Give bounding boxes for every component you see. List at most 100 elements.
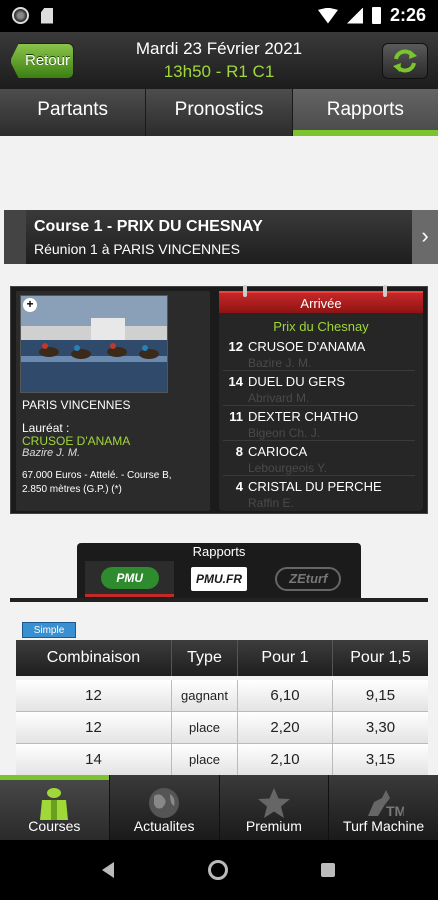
back-triangle-icon[interactable] bbox=[102, 862, 114, 878]
tab-pronostics[interactable]: Pronostics bbox=[146, 89, 293, 136]
refresh-button[interactable] bbox=[382, 43, 428, 79]
source-tabs: PMU PMU.FR ZEturf bbox=[85, 561, 353, 597]
course-title: Course 1 - PRIX DU CHESNAY bbox=[34, 218, 263, 235]
pin-icon bbox=[243, 285, 247, 297]
nav-premium[interactable]: Premium bbox=[220, 775, 330, 840]
arrivee-jockey: Lebourgeois Y. bbox=[248, 461, 327, 475]
turf-machine-icon: TM bbox=[367, 790, 404, 819]
arrivee-row[interactable]: 11 DEXTER CHATHO Bigeon Ch. J. bbox=[223, 406, 415, 441]
race-card: + PARIS VINCENNES Lauréat : CRUSOE D'ANA… bbox=[16, 291, 210, 511]
source-tab-zeturf[interactable]: ZEturf bbox=[264, 561, 353, 597]
table-cell: 6,10 bbox=[238, 680, 333, 711]
column-header: Pour 1 bbox=[238, 640, 333, 676]
table-cell: 2,20 bbox=[238, 712, 333, 743]
app-root: 2:26 Retour Mardi 23 Février 2021 13h50 … bbox=[0, 0, 438, 900]
chevron-right-icon[interactable]: › bbox=[412, 210, 438, 264]
arrivee-row[interactable]: 8 CARIOCA Lebourgeois Y. bbox=[223, 441, 415, 476]
table-cell: 3,15 bbox=[365, 751, 396, 768]
sd-card-icon bbox=[41, 7, 53, 24]
simple-badge: Simple bbox=[22, 622, 76, 638]
nav-label: Turf Machine bbox=[343, 818, 425, 834]
arrivee-number: 12 bbox=[228, 339, 243, 354]
race-photo[interactable]: + bbox=[20, 295, 168, 393]
table-cell: 2,10 bbox=[238, 744, 333, 775]
arrivee-header: Arrivée bbox=[219, 291, 423, 313]
prix-name: Prix du Chesnay bbox=[273, 319, 369, 334]
arrivee-number: 8 bbox=[235, 444, 243, 459]
pmu-logo: PMU bbox=[100, 566, 159, 589]
header-bar: Retour Mardi 23 Février 2021 13h50 - R1 … bbox=[0, 32, 438, 89]
rapports-title: Rapports bbox=[192, 544, 246, 559]
notification-icon bbox=[12, 7, 29, 24]
laureat-jockey: Bazire J. M. bbox=[22, 447, 81, 459]
arrivee-jockey: Bigeon Ch. J. bbox=[248, 426, 321, 440]
system-nav-bar bbox=[0, 840, 438, 900]
arrivee-horse: DUEL DU GERS bbox=[248, 374, 346, 389]
arrivee-horse: CRISTAL DU PERCHE bbox=[248, 479, 382, 494]
table-cell: 3,30 bbox=[365, 719, 396, 736]
tab-partants[interactable]: Partants bbox=[0, 89, 147, 136]
arrivee-number: 11 bbox=[229, 409, 243, 424]
header-race-code: 13h50 - R1 C1 bbox=[163, 62, 275, 81]
arrivee-row[interactable]: 12 CRUSOE D'ANAMA Bazire J. M. bbox=[223, 336, 415, 371]
status-time: 2:26 bbox=[389, 5, 426, 25]
header-date: Mardi 23 Février 2021 bbox=[135, 39, 303, 58]
race-info-panel: + PARIS VINCENNES Lauréat : CRUSOE D'ANA… bbox=[10, 285, 428, 514]
jockey-icon bbox=[40, 788, 69, 820]
arrivee-jockey: Bazire J. M. bbox=[248, 356, 312, 370]
arrivee-number: 14 bbox=[228, 374, 243, 389]
nav-label: Premium bbox=[245, 818, 302, 834]
arrivee-row[interactable]: 4 CRISTAL DU PERCHE Raffin E. bbox=[223, 476, 415, 511]
nav-turf-machine[interactable]: TM Turf Machine bbox=[329, 775, 438, 840]
signal-icon bbox=[346, 7, 363, 24]
table-row: 12 place 2,20 3,30 bbox=[16, 712, 428, 744]
zeturf-logo: ZEturf bbox=[275, 567, 342, 591]
status-bar: 2:26 bbox=[0, 0, 438, 32]
bottom-nav: Courses Actualites Premium TM Turf Machi… bbox=[0, 775, 438, 840]
arrivee-horse: CARIOCA bbox=[248, 444, 308, 459]
table-row: 14 place 2,10 3,15 bbox=[16, 744, 428, 776]
table-header: Combinaison Type Pour 1 Pour 1,5 bbox=[16, 640, 428, 676]
svg-text:TM: TM bbox=[386, 803, 404, 819]
pmufr-logo: PMU.FR bbox=[190, 567, 247, 591]
source-tab-pmufr[interactable]: PMU.FR bbox=[174, 561, 263, 597]
section-divider bbox=[10, 598, 428, 602]
course-banner[interactable]: Course 1 - PRIX DU CHESNAY Réunion 1 à P… bbox=[4, 210, 438, 264]
nav-label: Courses bbox=[28, 818, 81, 834]
arrivee-horse: DEXTER CHATHO bbox=[248, 409, 359, 424]
table-cell: place bbox=[172, 712, 238, 743]
table-cell: 14 bbox=[16, 744, 172, 775]
column-header: Pour 1,5 bbox=[350, 649, 411, 666]
arrivee-row[interactable]: 14 DUEL DU GERS Abrivard M. bbox=[223, 371, 415, 406]
table-cell: 9,15 bbox=[365, 687, 396, 704]
nav-actualites[interactable]: Actualites bbox=[110, 775, 220, 840]
nav-label: Actualites bbox=[133, 818, 195, 834]
zoom-icon[interactable]: + bbox=[23, 298, 37, 312]
recent-apps-icon[interactable] bbox=[321, 863, 335, 877]
source-tab-pmu[interactable]: PMU bbox=[85, 561, 175, 597]
arrivee-number: 4 bbox=[235, 479, 243, 494]
rapports-source-selector: Rapports PMU PMU.FR ZEturf bbox=[77, 543, 361, 599]
nav-courses[interactable]: Courses bbox=[0, 775, 110, 840]
venue-name: PARIS VINCENNES bbox=[22, 398, 131, 412]
race-conditions: 67.000 Euros - Attelé. - Course B, 2.850… bbox=[22, 469, 208, 497]
table-cell: place bbox=[172, 744, 238, 775]
tab-rapports[interactable]: Rapports bbox=[292, 89, 438, 136]
laureat-label: Lauréat : bbox=[22, 421, 70, 435]
table-cell: gagnant bbox=[172, 680, 238, 711]
main-tabs: Partants Pronostics Rapports bbox=[0, 89, 438, 136]
arrivee-horse: CRUSOE D'ANAMA bbox=[248, 339, 366, 354]
home-circle-icon[interactable] bbox=[208, 860, 228, 880]
arrivee-jockey: Raffin E. bbox=[248, 496, 294, 510]
simple-table: Combinaison Type Pour 1 Pour 1,5 12 gagn… bbox=[16, 640, 428, 776]
arrivee-card: Arrivée Prix du Chesnay 12 CRUSOE D'ANAM… bbox=[219, 285, 423, 511]
table-cell: 12 bbox=[16, 712, 172, 743]
race-info-line: 2.850 mètres (G.P.) (*) bbox=[22, 484, 122, 495]
star-icon bbox=[257, 788, 290, 818]
battery-icon bbox=[371, 7, 381, 24]
table-row: 12 gagnant 6,10 9,15 bbox=[16, 680, 428, 712]
pin-icon bbox=[383, 285, 387, 297]
table-cell: 12 bbox=[16, 680, 172, 711]
wifi-icon bbox=[317, 7, 338, 24]
race-info-line: 67.000 Euros - Attelé. - Course B, bbox=[22, 470, 172, 481]
